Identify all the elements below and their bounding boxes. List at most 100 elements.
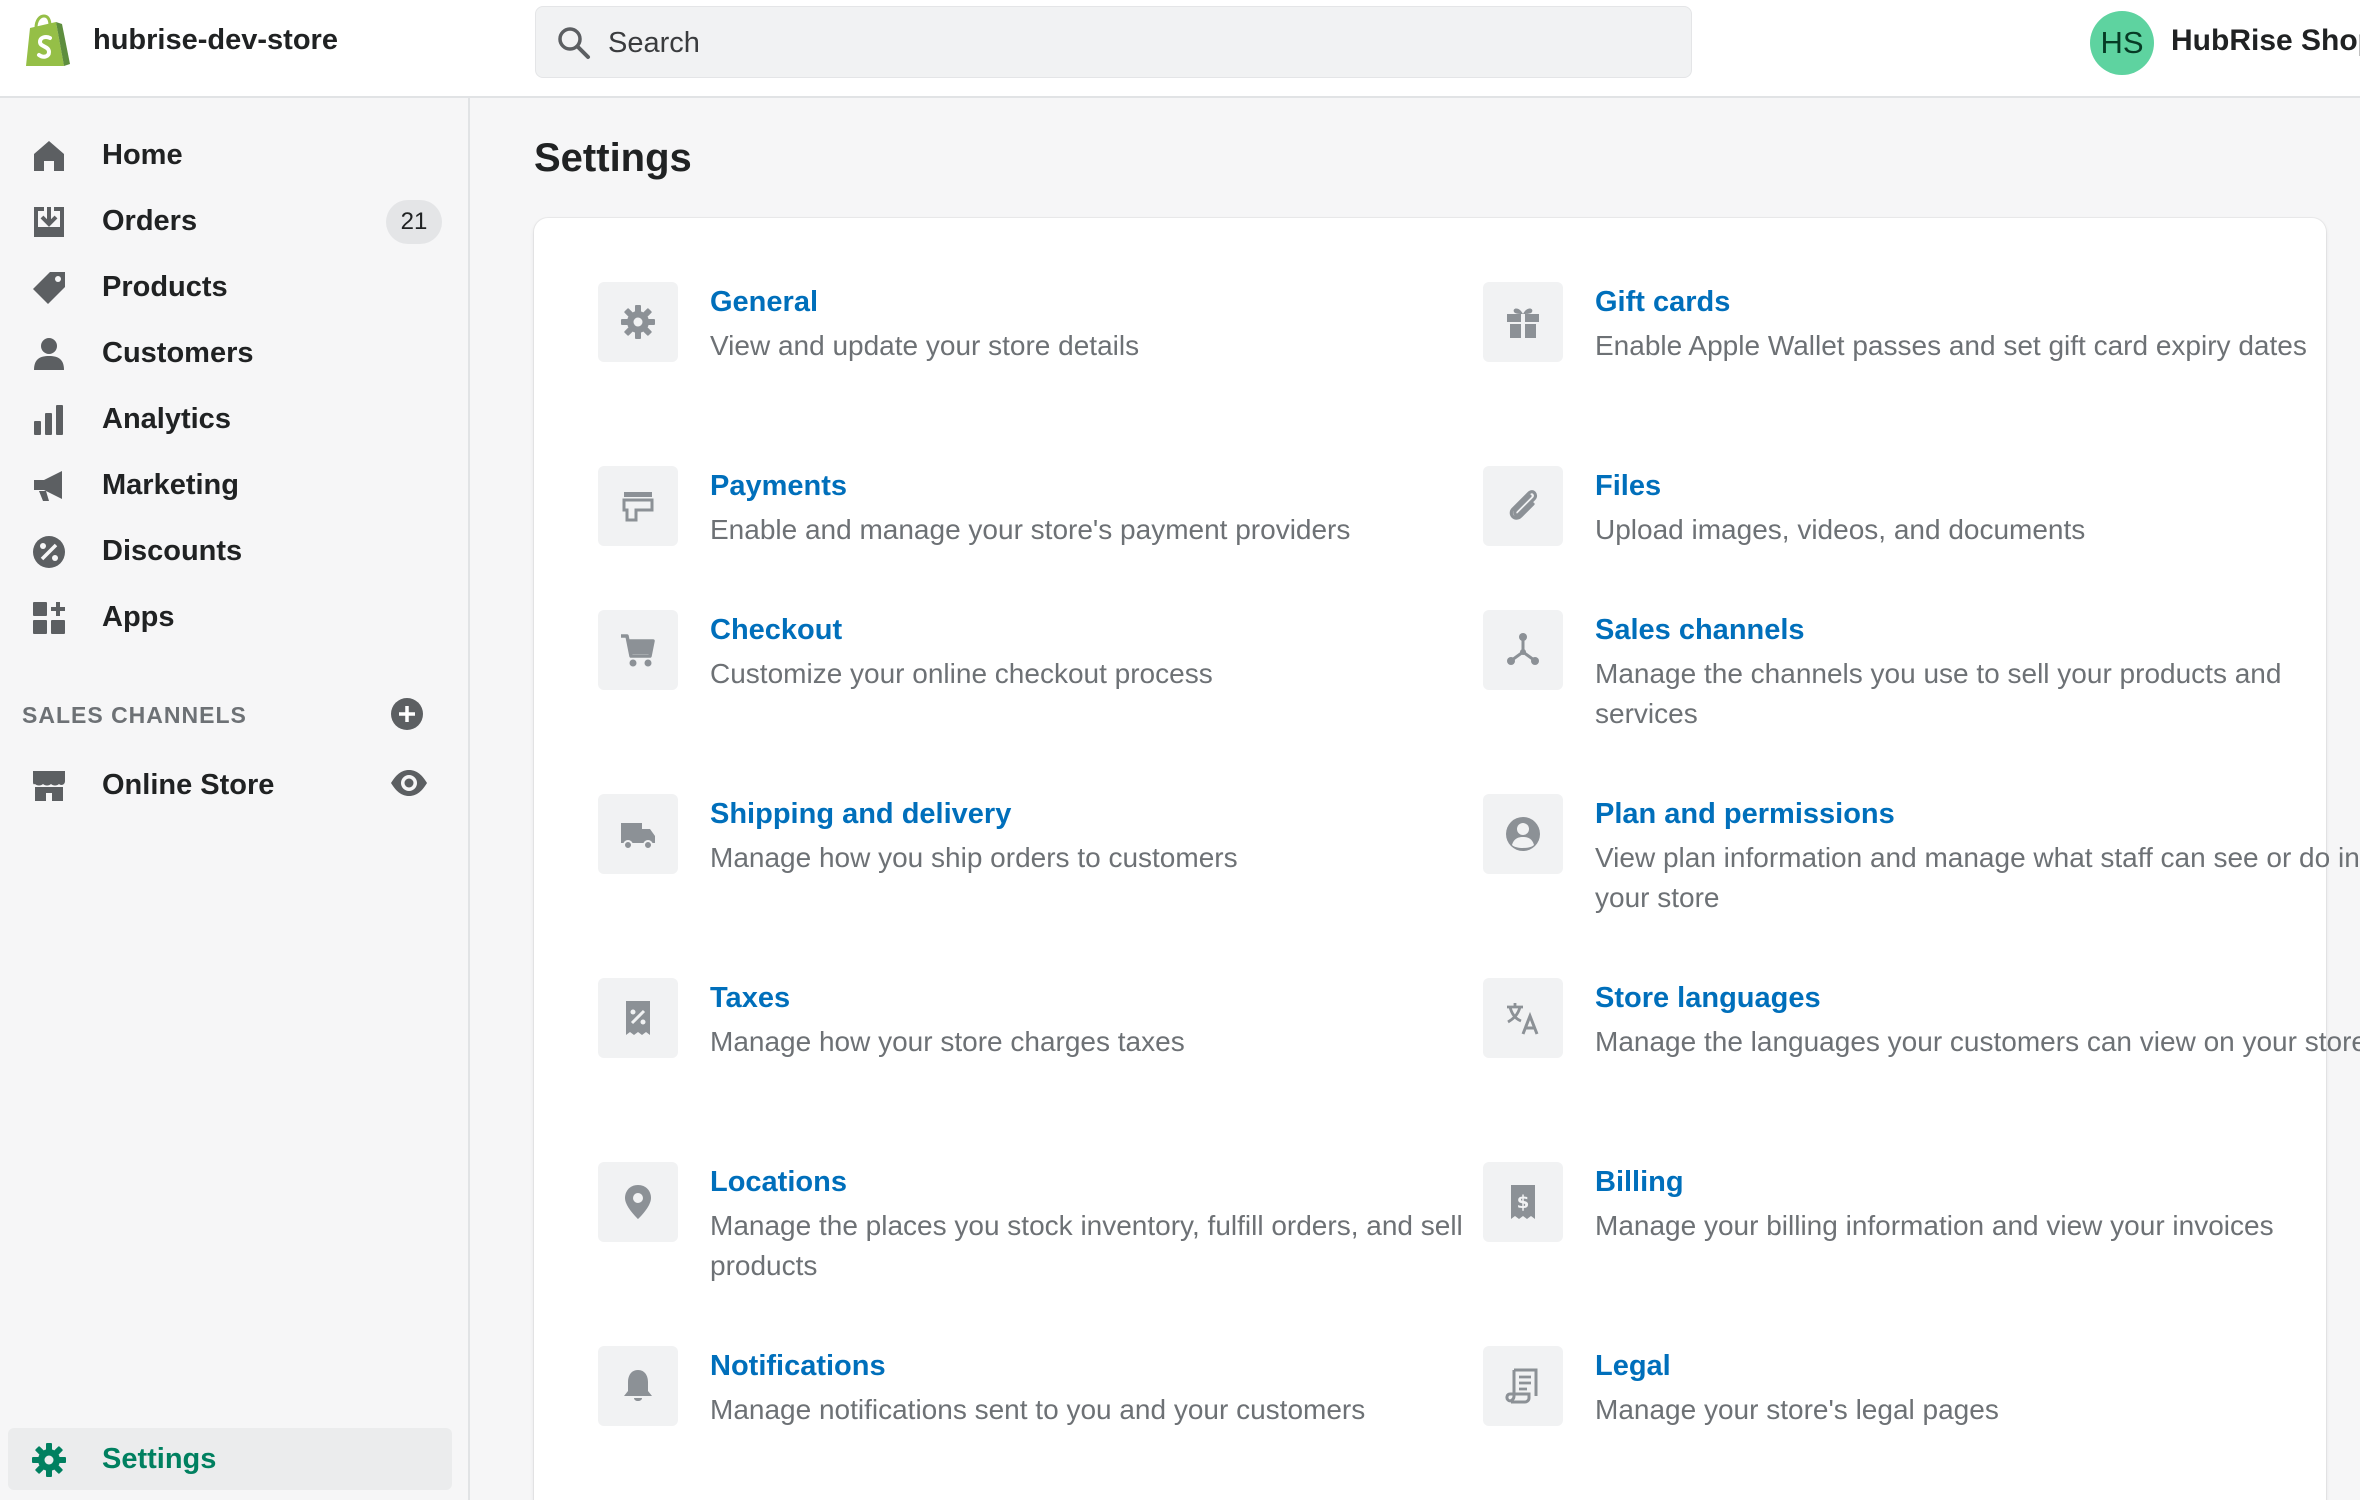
- setting-title[interactable]: General: [710, 286, 818, 319]
- channels-icon: [1507, 633, 1539, 665]
- tag-icon: [33, 272, 65, 304]
- search-icon: [558, 27, 590, 59]
- setting-title[interactable]: Shipping and delivery: [710, 798, 1011, 831]
- home-icon: [34, 141, 64, 171]
- setting-description: Upload images, videos, and documents: [1595, 514, 2086, 545]
- sidebar-item-analytics[interactable]: Analytics: [8, 388, 452, 450]
- sidebar-item-label: Apps: [102, 601, 175, 633]
- shopify-logo-icon[interactable]: [22, 14, 72, 70]
- setting-plan-and-permissions[interactable]: Plan and permissions View plan informati…: [1483, 794, 2360, 914]
- setting-description: Manage how your store charges taxes: [710, 1026, 1185, 1057]
- sidebar-item-label: Settings: [102, 1443, 217, 1475]
- billing-icon: $: [1511, 1185, 1535, 1219]
- setting-title[interactable]: Store languages: [1595, 982, 1821, 1015]
- bar-chart-icon: [34, 405, 63, 435]
- setting-title[interactable]: Sales channels: [1595, 614, 1805, 647]
- discount-icon: [33, 536, 65, 568]
- setting-title[interactable]: Files: [1595, 470, 1661, 503]
- setting-description: Manage your billing information and view…: [1595, 1210, 2274, 1241]
- store-icon: [33, 771, 65, 801]
- setting-description: Enable and manage your store's payment p…: [710, 514, 1351, 545]
- setting-title[interactable]: Payments: [710, 470, 847, 503]
- sidebar-item-online-store[interactable]: Online Store: [8, 754, 452, 816]
- sidebar-item-products[interactable]: Products: [8, 256, 452, 318]
- setting-description: Enable Apple Wallet passes and set gift …: [1595, 330, 2307, 361]
- setting-title[interactable]: Notifications: [710, 1350, 886, 1383]
- sidebar-item-settings[interactable]: Settings: [8, 1428, 452, 1490]
- setting-description: Manage your store's legal pages: [1595, 1394, 1999, 1425]
- setting-icon-tile: [598, 282, 678, 362]
- setting-notifications[interactable]: Notifications Manage notifications sent …: [598, 1346, 1458, 1466]
- search-bar[interactable]: [535, 6, 1692, 79]
- search-input[interactable]: [608, 7, 1668, 79]
- setting-icon-tile: [1483, 610, 1563, 690]
- sidebar-item-label: Online Store: [102, 769, 275, 801]
- setting-icon-tile: [598, 1162, 678, 1242]
- setting-icon-tile: [598, 794, 678, 874]
- setting-billing[interactable]: $ Billing Manage your billing informatio…: [1483, 1162, 2343, 1282]
- location-pin-icon: [625, 1185, 651, 1219]
- setting-icon-tile: [1483, 282, 1563, 362]
- setting-legal[interactable]: Legal Manage your store's legal pages: [1483, 1346, 2343, 1446]
- setting-icon-tile: [598, 466, 678, 546]
- sidebar-item-label: Home: [102, 139, 183, 171]
- avatar[interactable]: HS: [2090, 11, 2154, 75]
- bell-icon: [624, 1370, 652, 1401]
- sidebar-item-label: Customers: [102, 337, 254, 369]
- setting-title[interactable]: Gift cards: [1595, 286, 1730, 319]
- gear-icon: [32, 1443, 66, 1477]
- sidebar-item-label: Products: [102, 271, 228, 303]
- sidebar-item-label: Analytics: [102, 403, 231, 435]
- orders-icon: [34, 207, 64, 237]
- setting-title[interactable]: Taxes: [710, 982, 790, 1015]
- sidebar-item-orders[interactable]: Orders 21: [8, 190, 452, 252]
- setting-description: Manage how you ship orders to customers: [710, 842, 1238, 873]
- store-name[interactable]: hubrise-dev-store: [93, 24, 338, 57]
- setting-taxes[interactable]: Taxes Manage how your store charges taxe…: [598, 978, 1458, 1078]
- cart-icon: [621, 634, 655, 667]
- user-name[interactable]: HubRise Shop: [2171, 24, 2360, 58]
- setting-description: View plan information and manage what st…: [1595, 842, 2360, 913]
- setting-locations[interactable]: Locations Manage the places you stock in…: [598, 1162, 1463, 1282]
- setting-gift-cards[interactable]: Gift cards Enable Apple Wallet passes an…: [1483, 282, 2343, 402]
- setting-title[interactable]: Legal: [1595, 1350, 1671, 1383]
- setting-payments[interactable]: Payments Enable and manage your store's …: [598, 466, 1458, 566]
- setting-checkout[interactable]: Checkout Customize your online checkout …: [598, 610, 1458, 710]
- megaphone-icon: [34, 471, 62, 501]
- setting-title[interactable]: Billing: [1595, 1166, 1684, 1199]
- setting-description: Customize your online checkout process: [710, 658, 1213, 689]
- setting-icon-tile: [598, 1346, 678, 1426]
- sidebar-item-label: Marketing: [102, 469, 239, 501]
- sales-channels-heading: SALES CHANNELS: [22, 702, 247, 728]
- add-sales-channel-icon[interactable]: [389, 696, 425, 732]
- setting-title[interactable]: Plan and permissions: [1595, 798, 1895, 831]
- setting-general[interactable]: General View and update your store detai…: [598, 282, 1458, 402]
- truck-icon: [621, 823, 655, 850]
- sidebar-item-apps[interactable]: Apps: [8, 586, 452, 648]
- sidebar-item-marketing[interactable]: Marketing: [8, 454, 452, 516]
- translate-icon: [1507, 1003, 1539, 1035]
- setting-icon-tile: [1483, 978, 1563, 1058]
- setting-icon-tile: [1483, 1346, 1563, 1426]
- setting-title[interactable]: Checkout: [710, 614, 842, 647]
- setting-description: Manage the languages your customers can …: [1595, 1026, 2360, 1057]
- sidebar-item-discounts[interactable]: Discounts: [8, 520, 452, 582]
- setting-sales-channels[interactable]: Sales channels Manage the channels you u…: [1483, 610, 2343, 730]
- gear-icon: [621, 305, 655, 339]
- setting-title[interactable]: Locations: [710, 1166, 847, 1199]
- setting-icon-tile: [1483, 794, 1563, 874]
- setting-icon-tile: $: [1483, 1162, 1563, 1242]
- setting-files[interactable]: Files Upload images, videos, and documen…: [1483, 466, 2343, 566]
- eye-icon[interactable]: [389, 763, 429, 803]
- user-circle-icon: [1506, 817, 1540, 851]
- setting-description: View and update your store details: [710, 330, 1140, 361]
- sidebar-item-customers[interactable]: Customers: [8, 322, 452, 384]
- top-bar: hubrise-dev-store HS HubRise Shop: [0, 0, 2360, 98]
- setting-description: Manage the places you stock inventory, f…: [710, 1210, 1463, 1281]
- setting-shipping-and-delivery[interactable]: Shipping and delivery Manage how you shi…: [598, 794, 1458, 894]
- paperclip-icon: [1509, 490, 1538, 520]
- setting-store-languages[interactable]: Store languages Manage the languages you…: [1483, 978, 2360, 1098]
- sidebar-item-home[interactable]: Home: [8, 124, 452, 186]
- person-icon: [34, 338, 64, 370]
- svg-text:$: $: [1517, 1192, 1530, 1213]
